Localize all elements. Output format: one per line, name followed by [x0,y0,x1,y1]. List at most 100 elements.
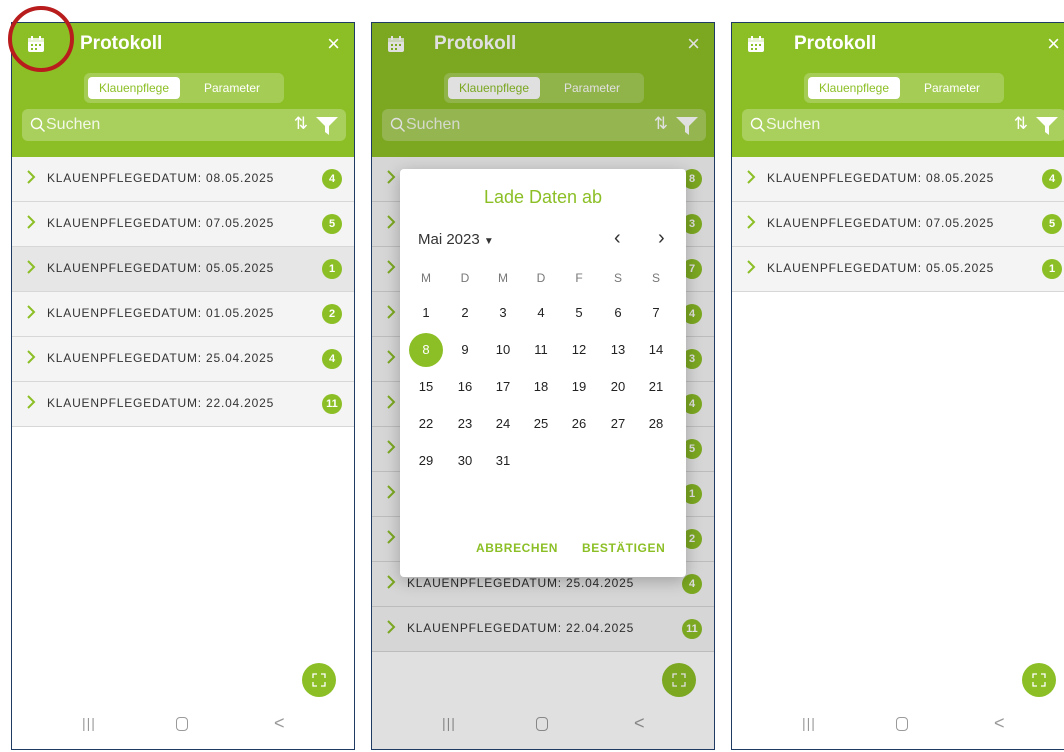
calendar-day[interactable]: 9 [448,333,482,367]
prev-month-button[interactable]: ‹ [614,227,621,250]
calendar-day[interactable]: 10 [486,333,520,367]
month-selector[interactable]: Mai 2023 ▼ [418,231,494,248]
recent-apps-button[interactable]: ||| [802,715,816,731]
calendar-day[interactable]: 26 [562,407,596,441]
tab-parameter[interactable]: Parameter [184,77,280,99]
calendar-day[interactable]: 13 [601,333,635,367]
count-badge: 1 [322,259,342,279]
highlight-circle [8,6,74,72]
list-item[interactable]: KLAUENPFLEGEDATUM: 07.05.2025 5 [12,202,354,247]
calendar-day[interactable]: 17 [486,370,520,404]
list-item[interactable]: KLAUENPFLEGEDATUM: 08.05.2025 4 [12,157,354,202]
list-item[interactable]: KLAUENPFLEGEDATUM: 22.04.2025 11 [12,382,354,427]
calendar-day[interactable]: 4 [524,296,558,330]
protocol-list: KLAUENPFLEGEDATUM: 08.05.2025 4 KLAUENPF… [12,157,354,427]
calendar-day[interactable]: 6 [601,296,635,330]
expand-fab-button[interactable] [302,663,336,697]
next-month-button[interactable]: › [658,227,665,250]
home-button[interactable] [896,717,908,731]
count-badge: 4 [322,349,342,369]
tab-klauenpflege[interactable]: Klauenpflege [808,77,900,99]
weekday-label: S [613,271,622,285]
calendar-day[interactable]: 12 [562,333,596,367]
calendar-day[interactable]: 15 [409,370,443,404]
calendar-day[interactable]: 11 [524,333,558,367]
sort-icon[interactable]: ⇅ [1014,114,1028,134]
calendar-day[interactable]: 23 [448,407,482,441]
back-button[interactable]: < [274,713,285,734]
calendar-day[interactable]: 30 [448,444,482,478]
system-nav-bar: ||| < [12,701,354,749]
calendar-day[interactable]: 18 [524,370,558,404]
search-input[interactable]: Suchen [46,116,100,134]
expand-icon [1032,673,1046,687]
app-title: Protokoll [794,33,877,54]
calendar-day[interactable]: 28 [639,407,673,441]
calendar-icon[interactable] [747,35,765,53]
chevron-right-icon [747,260,756,274]
row-label: KLAUENPFLEGEDATUM: 05.05.2025 [767,261,995,275]
confirm-button[interactable]: BESTÄTIGEN [582,541,665,555]
list-item[interactable]: KLAUENPFLEGEDATUM: 05.05.2025 1 [12,247,354,292]
list-item[interactable]: KLAUENPFLEGEDATUM: 08.05.2025 4 [732,157,1064,202]
chevron-right-icon [27,215,36,229]
calendar-day[interactable]: 1 [409,296,443,330]
calendar-day[interactable]: 24 [486,407,520,441]
dialog-title: Lade Daten ab [483,187,603,207]
weekday-label: S [651,271,660,285]
close-button[interactable]: × [1047,31,1060,57]
sort-icon[interactable]: ⇅ [294,114,308,134]
calendar-day[interactable]: 14 [639,333,673,367]
calendar-day[interactable]: 7 [639,296,673,330]
calendar-day[interactable]: 16 [448,370,482,404]
close-button[interactable]: × [327,31,340,57]
search-icon [750,117,765,132]
calendar-day[interactable]: 22 [409,407,443,441]
calendar-day[interactable]: 25 [524,407,558,441]
calendar-day[interactable]: 5 [562,296,596,330]
calendar-day[interactable]: 3 [486,296,520,330]
row-label: KLAUENPFLEGEDATUM: 25.04.2025 [47,351,275,365]
list-item[interactable]: KLAUENPFLEGEDATUM: 25.04.2025 4 [12,337,354,382]
calendar-day[interactable]: 2 [448,296,482,330]
filter-icon[interactable] [316,117,338,135]
recent-apps-button[interactable]: ||| [82,715,96,731]
chevron-right-icon [27,260,36,274]
calendar-day[interactable]: 19 [562,370,596,404]
chevron-right-icon [27,350,36,364]
back-button[interactable]: < [994,713,1005,734]
dropdown-arrow-icon: ▼ [483,236,494,247]
chevron-right-icon [27,170,36,184]
calendar-day[interactable]: 31 [486,444,520,478]
count-badge: 1 [1042,259,1062,279]
list-item[interactable]: KLAUENPFLEGEDATUM: 01.05.2025 2 [12,292,354,337]
row-label: KLAUENPFLEGEDATUM: 08.05.2025 [47,171,275,185]
weekday-label: M [421,271,431,285]
date-picker-dialog: Lade Daten ab Mai 2023 ▼ ‹ › MDMDFSS1234… [400,169,686,577]
calendar-day[interactable]: 27 [601,407,635,441]
weekday-label: D [460,271,470,285]
weekday-label: F [575,271,583,285]
phone-screen-2: Protokoll × Klauenpflege Parameter Suche… [371,22,715,750]
count-badge: 5 [1042,214,1062,234]
calendar-day[interactable]: 21 [639,370,673,404]
count-badge: 11 [322,394,342,414]
search-input[interactable]: Suchen [766,116,820,134]
cancel-button[interactable]: ABBRECHEN [476,541,558,555]
weekday-label: D [536,271,546,285]
tab-klauenpflege[interactable]: Klauenpflege [88,77,180,99]
count-badge: 4 [1042,169,1062,189]
count-badge: 4 [322,169,342,189]
row-label: KLAUENPFLEGEDATUM: 08.05.2025 [767,171,995,185]
home-button[interactable] [176,717,188,731]
filter-icon[interactable] [1036,117,1058,135]
list-item[interactable]: KLAUENPFLEGEDATUM: 05.05.2025 1 [732,247,1064,292]
calendar-day[interactable]: 8 [409,333,443,367]
tab-parameter[interactable]: Parameter [904,77,1000,99]
search-bar[interactable]: Suchen ⇅ [742,109,1064,141]
expand-fab-button[interactable] [1022,663,1056,697]
calendar-day[interactable]: 20 [601,370,635,404]
calendar-day[interactable]: 29 [409,444,443,478]
search-bar[interactable]: Suchen ⇅ [22,109,346,141]
list-item[interactable]: KLAUENPFLEGEDATUM: 07.05.2025 5 [732,202,1064,247]
